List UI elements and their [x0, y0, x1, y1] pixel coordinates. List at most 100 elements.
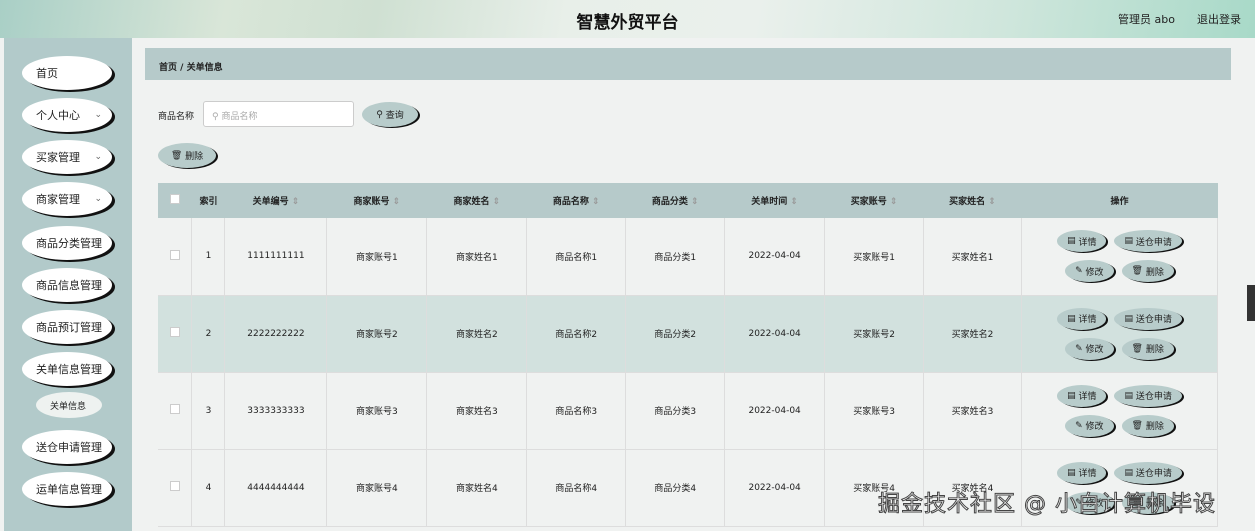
- column-header-label: 商家账号: [353, 197, 390, 207]
- breadcrumb-home[interactable]: 首页: [159, 63, 177, 73]
- column-header-label: 操作: [1110, 197, 1129, 207]
- column-header[interactable]: 商品名称 ⇕: [526, 183, 626, 218]
- sort-icon[interactable]: ⇕: [985, 197, 996, 207]
- sidebar-item[interactable]: 商品预订管理: [22, 310, 112, 344]
- table-cell: 1: [191, 218, 226, 296]
- column-header[interactable]: 买家姓名 ⇕: [923, 183, 1022, 218]
- sort-icon[interactable]: ⇕: [289, 197, 300, 207]
- detail-button[interactable]: ▤ 详情: [1057, 230, 1107, 253]
- document-icon: ▤: [1124, 390, 1136, 401]
- table-cell: 2022-04-04: [724, 295, 826, 373]
- send-warehouse-button[interactable]: ▤ 送仓申请: [1114, 461, 1182, 484]
- column-header[interactable]: 关单编号 ⇕: [224, 183, 327, 218]
- delete-button[interactable]: 🗑 删除: [1121, 260, 1174, 283]
- table-cell: 买家账号1: [824, 218, 925, 296]
- column-header-label: 索引: [199, 197, 218, 207]
- sidebar-item-label: 商家管理: [36, 193, 80, 206]
- bulk-delete-button[interactable]: 🗑 删除: [158, 143, 216, 168]
- delete-label: 删除: [185, 152, 204, 162]
- sidebar-item[interactable]: 关单信息管理: [22, 352, 112, 386]
- sidebar-item-label: 关单信息管理: [36, 363, 102, 376]
- table-cell: 商品分类2: [625, 295, 726, 373]
- sidebar-item[interactable]: 关单信息: [36, 392, 102, 418]
- sidebar-item[interactable]: 商家管理 ⌄: [22, 182, 112, 216]
- sidebar-item[interactable]: 送仓申请管理: [22, 430, 112, 464]
- search-input[interactable]: ⚲ 商品名称: [203, 101, 354, 127]
- table-cell: 1111111111: [224, 218, 328, 296]
- send-warehouse-button[interactable]: ▤ 送仓申请: [1114, 307, 1182, 330]
- column-header-label: 商品分类: [651, 197, 688, 207]
- table-cell: 商品分类1: [625, 218, 726, 296]
- action-label: 修改: [1085, 267, 1104, 278]
- action-label: 送仓申请: [1135, 315, 1172, 325]
- detail-button[interactable]: ▤ 详情: [1057, 307, 1107, 330]
- edit-button[interactable]: ✎ 修改: [1065, 414, 1114, 437]
- column-header[interactable]: 商家姓名 ⇕: [426, 183, 527, 218]
- action-label: 详情: [1078, 315, 1097, 325]
- column-header: 索引: [191, 183, 225, 218]
- select-all[interactable]: [158, 183, 192, 218]
- sidebar-item[interactable]: 运单信息管理: [22, 472, 112, 506]
- sidebar-item[interactable]: 首页: [22, 56, 112, 90]
- logout-link[interactable]: 退出登录: [1197, 11, 1241, 27]
- checkbox-cell: [158, 218, 193, 296]
- column-header[interactable]: 商家账号 ⇕: [326, 183, 427, 218]
- sidebar-item-label: 运单信息管理: [36, 483, 102, 496]
- row-checkbox[interactable]: [169, 327, 180, 337]
- action-label: 删除: [1145, 345, 1164, 355]
- sort-icon[interactable]: ⇕: [390, 197, 401, 207]
- sidebar-item[interactable]: 商品分类管理: [22, 226, 112, 260]
- action-label: 删除: [1145, 422, 1164, 432]
- query-button[interactable]: ⚲ 查询: [362, 102, 418, 127]
- detail-button[interactable]: ▤ 详情: [1057, 461, 1107, 484]
- table-cell: 商家姓名4: [426, 449, 528, 527]
- table-cell: 商品名称4: [526, 449, 627, 527]
- row-checkbox[interactable]: [169, 249, 180, 260]
- sidebar-item-label: 首页: [36, 67, 58, 80]
- row-checkbox[interactable]: [169, 404, 180, 414]
- delete-button[interactable]: 🗑 删除: [1121, 337, 1174, 360]
- sort-icon[interactable]: ⇕: [688, 197, 699, 207]
- table-cell: 商品名称2: [526, 295, 627, 373]
- sort-icon[interactable]: ⇕: [887, 197, 898, 207]
- sidebar-item[interactable]: 个人中心 ⌄: [22, 98, 112, 132]
- table-cell: 2022-04-04: [724, 372, 826, 450]
- chevron-down-icon: ⌄: [94, 110, 102, 120]
- scrollbar[interactable]: [1247, 285, 1255, 321]
- sort-icon[interactable]: ⇕: [787, 197, 798, 207]
- table-cell: 商品分类4: [625, 449, 726, 527]
- actions-cell: ▤ 详情 ▤ 送仓申请 ✎ 修改 🗑 删除: [1021, 218, 1219, 296]
- action-label: 送仓申请: [1135, 237, 1172, 248]
- sidebar-item[interactable]: 商品信息管理: [22, 268, 112, 302]
- delete-button[interactable]: 🗑 删除: [1121, 414, 1174, 437]
- send-warehouse-button[interactable]: ▤ 送仓申请: [1114, 384, 1182, 407]
- checkbox[interactable]: [169, 194, 180, 204]
- sidebar-item-label: 商品分类管理: [36, 237, 102, 250]
- edit-button[interactable]: ✎ 修改: [1065, 260, 1114, 283]
- trash-icon: 🗑: [1131, 343, 1146, 354]
- send-warehouse-button[interactable]: ▤ 送仓申请: [1114, 230, 1182, 253]
- action-label: 送仓申请: [1135, 469, 1172, 479]
- sort-icon[interactable]: ⇕: [489, 197, 501, 207]
- sidebar-item-label: 商品预订管理: [36, 321, 102, 334]
- table-cell: 买家账号2: [824, 295, 925, 373]
- edit-button[interactable]: ✎ 修改: [1065, 337, 1114, 360]
- column-header[interactable]: 买家账号 ⇕: [824, 183, 924, 218]
- watermark: 掘金技术社区 @ 小白计算机毕设: [878, 492, 1216, 518]
- sidebar-item[interactable]: 买家管理 ⌄: [22, 140, 112, 174]
- column-header-label: 买家姓名: [949, 197, 986, 207]
- row-checkbox[interactable]: [169, 481, 180, 491]
- sort-icon[interactable]: ⇕: [589, 197, 600, 207]
- detail-button[interactable]: ▤ 详情: [1057, 384, 1107, 407]
- search-label: 商品名称: [158, 112, 195, 122]
- user-label: 管理员 abo: [1118, 13, 1175, 26]
- search-icon: ⚲: [376, 109, 386, 120]
- column-header[interactable]: 商品分类 ⇕: [625, 183, 725, 218]
- column-header[interactable]: 关单时间 ⇕: [724, 183, 825, 218]
- table-row: 1 1111111111 商家账号1 商家姓名1 商品名称1 商品分类1 2022-04-0…: [158, 218, 1219, 296]
- breadcrumb-current: 关单信息: [186, 63, 223, 73]
- detail-icon: ▤: [1067, 467, 1079, 478]
- table-cell: 4444444444: [224, 449, 328, 527]
- trash-icon: 🗑: [1131, 420, 1146, 431]
- table-row: 2 2222222222 商家账号2 商家姓名2 商品名称2 商品分类2 2022-04-0…: [158, 295, 1219, 373]
